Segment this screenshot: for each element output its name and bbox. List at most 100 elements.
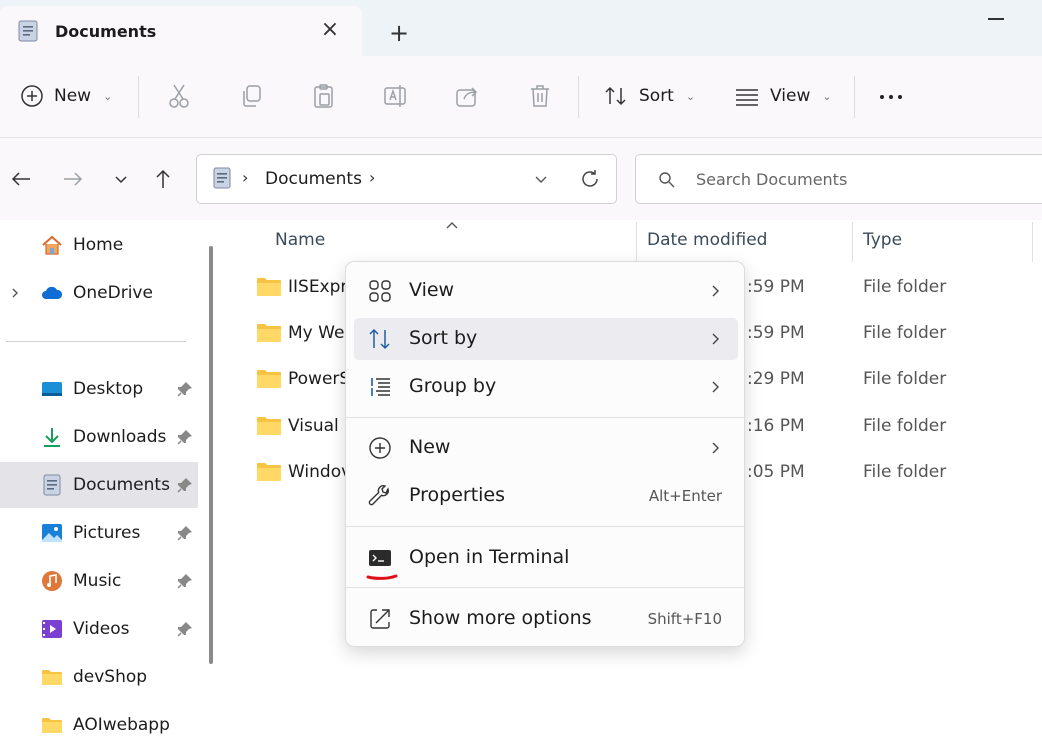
context-menu-sort-by[interactable]: Sort by [354, 318, 738, 360]
desktop-icon [42, 382, 62, 396]
sidebar-item-devshop[interactable]: devShop [0, 654, 198, 700]
pin-icon[interactable] [176, 380, 194, 398]
context-menu-view[interactable]: View [354, 270, 738, 312]
pin-icon[interactable] [176, 428, 194, 446]
documents-icon [43, 474, 61, 496]
navigation-pane: Home OneDrive Desktop Downloads Document… [0, 220, 200, 754]
column-header-type[interactable]: Type [863, 230, 902, 250]
sidebar-item-home[interactable]: Home [0, 222, 198, 268]
recent-locations-chevron-icon[interactable] [108, 166, 134, 192]
context-menu-group-by[interactable]: Group by [354, 366, 738, 408]
menu-divider [346, 587, 744, 588]
address-dropdown-icon[interactable] [531, 169, 551, 189]
sidebar-item-aoiwebapp[interactable]: AOIwebapp [0, 702, 198, 748]
tab-documents[interactable]: Documents × [0, 6, 362, 56]
close-tab-icon[interactable]: × [318, 18, 342, 42]
chevron-right-icon[interactable] [8, 286, 22, 300]
file-type: File folder [863, 277, 947, 297]
documents-icon [18, 20, 38, 42]
up-arrow-icon[interactable] [150, 166, 176, 192]
breadcrumb-separator[interactable]: › [369, 168, 375, 187]
sidebar-item-label: Music [73, 571, 122, 591]
videos-icon [42, 620, 62, 638]
folder-icon [257, 417, 281, 435]
command-bar: New ⌄ Sort ⌄ View ⌄ [0, 56, 1042, 138]
chevron-right-icon [712, 442, 719, 454]
column-header-name[interactable]: Name [275, 230, 325, 250]
folder-icon [257, 278, 281, 296]
sidebar-item-label: Desktop [73, 379, 144, 399]
breadcrumb-separator[interactable]: › [242, 168, 248, 187]
pin-icon[interactable] [176, 524, 194, 542]
sidebar-item-videos[interactable]: Videos [0, 606, 198, 652]
sidebar-scrollbar[interactable] [209, 246, 213, 664]
cut-icon[interactable] [165, 82, 193, 110]
new-tab-button[interactable]: + [386, 20, 412, 46]
sidebar-item-downloads[interactable]: Downloads [0, 414, 198, 460]
pin-icon[interactable] [176, 476, 194, 494]
sidebar-item-onedrive[interactable]: OneDrive [0, 270, 198, 316]
forward-arrow-icon[interactable] [60, 166, 86, 192]
documents-icon [213, 167, 231, 189]
new-button[interactable]: New ⌄ [20, 78, 112, 114]
view-grid-icon [369, 280, 391, 302]
sidebar-item-label: Downloads [73, 427, 167, 447]
chevron-down-icon: ⌄ [103, 89, 113, 103]
toolbar-divider [578, 76, 579, 118]
refresh-icon[interactable] [579, 167, 601, 191]
file-date: :16 PM [747, 416, 805, 436]
file-type: File folder [863, 369, 947, 389]
folder-icon [257, 463, 281, 481]
paste-icon[interactable] [310, 82, 338, 110]
sidebar-item-music[interactable]: Music [0, 558, 198, 604]
sidebar-item-desktop[interactable]: Desktop [0, 366, 198, 412]
file-date: :59 PM [747, 277, 805, 297]
context-menu-show-more-options[interactable]: Show more options Shift+F10 [354, 598, 738, 640]
context-menu-properties[interactable]: Properties Alt+Enter [354, 475, 738, 517]
file-type: File folder [863, 323, 947, 343]
wrench-icon [368, 485, 389, 506]
context-menu-label: Open in Terminal [409, 546, 570, 568]
more-icon[interactable] [876, 82, 906, 112]
search-input[interactable] [696, 167, 996, 191]
context-menu-label: Group by [409, 375, 497, 397]
music-icon [42, 571, 62, 591]
plus-circle-icon [369, 437, 391, 459]
terminal-icon [369, 550, 391, 566]
column-divider[interactable] [636, 222, 637, 262]
show-more-icon [370, 609, 390, 629]
context-menu-label: Properties [409, 484, 506, 506]
context-menu-new[interactable]: New [354, 427, 738, 469]
column-header-date-modified[interactable]: Date modified [647, 230, 767, 250]
sidebar-item-pictures[interactable]: Pictures [0, 510, 198, 556]
chevron-right-icon [712, 381, 719, 393]
delete-icon[interactable] [526, 82, 554, 110]
red-annotation-underline [366, 574, 398, 580]
minimize-button[interactable] [985, 6, 1007, 28]
breadcrumb-documents[interactable]: Documents [265, 169, 362, 189]
column-divider[interactable] [852, 222, 853, 262]
rename-icon[interactable] [382, 82, 410, 110]
folder-icon [42, 718, 62, 733]
pin-icon[interactable] [176, 620, 194, 638]
context-menu: View Sort by Group by New Properties Alt… [345, 261, 745, 647]
sort-icon [369, 328, 390, 350]
search-box[interactable] [635, 154, 1042, 204]
column-divider[interactable] [1032, 222, 1033, 262]
copy-icon[interactable] [238, 82, 266, 110]
address-bar[interactable]: › Documents › [196, 154, 617, 204]
context-menu-open-in-terminal[interactable]: Open in Terminal [354, 537, 738, 579]
back-arrow-icon[interactable] [8, 166, 34, 192]
view-button[interactable]: View ⌄ [734, 78, 832, 114]
toolbar-divider [854, 76, 855, 118]
onedrive-icon [42, 286, 63, 299]
sort-button-label: Sort [639, 86, 674, 106]
share-icon[interactable] [454, 82, 482, 110]
pin-icon[interactable] [176, 572, 194, 590]
folder-icon [42, 670, 62, 685]
sort-button[interactable]: Sort ⌄ [603, 78, 695, 114]
menu-divider [346, 526, 744, 527]
context-menu-label: Sort by [409, 327, 478, 349]
file-name: My We [288, 323, 345, 343]
sidebar-item-documents[interactable]: Documents [0, 462, 198, 508]
